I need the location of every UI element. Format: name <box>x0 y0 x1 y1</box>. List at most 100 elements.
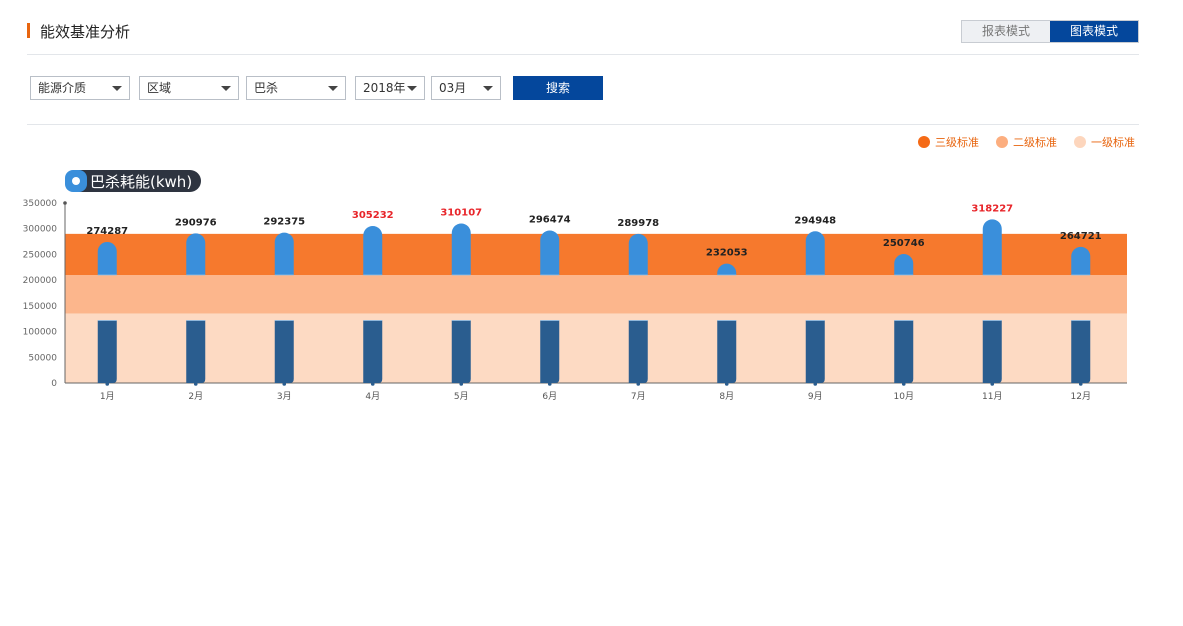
bar-segment-bottom[interactable] <box>894 320 914 383</box>
bar-base-dot <box>990 382 995 386</box>
y-tick-label: 50000 <box>28 353 57 363</box>
table-mode-button[interactable]: 报表模式 <box>962 21 1050 42</box>
bar-base-dot <box>813 382 818 386</box>
bar-base-dot <box>193 382 198 386</box>
bar-value-label: 290976 <box>175 217 217 228</box>
chart-title-pill: 巴杀耗能(kwh) <box>65 170 201 192</box>
y-tick-label: 350000 <box>23 199 58 209</box>
month-select[interactable]: 03月 <box>431 76 501 100</box>
bar-segment-top[interactable] <box>97 241 117 275</box>
bar-base-dot <box>282 382 287 386</box>
bar-segment-top[interactable] <box>805 231 825 275</box>
energy-type-value: 能源介质 <box>38 81 87 95</box>
legend-label-level3: 三级标准 <box>935 135 979 149</box>
chart-mode-button[interactable]: 图表模式 <box>1050 21 1138 42</box>
bar-base-dot <box>459 382 464 386</box>
legend-label-level2: 二级标准 <box>1013 135 1057 149</box>
bar-segment-bottom[interactable] <box>97 320 117 383</box>
region-value: 区域 <box>147 81 172 95</box>
page-header: 能效基准分析 报表模式 图表模式 <box>27 18 1139 55</box>
x-tick-label: 8月 <box>719 391 734 402</box>
x-tick-label: 9月 <box>808 391 823 402</box>
bar-value-label: 296474 <box>529 215 571 226</box>
bar-value-label: 292375 <box>263 217 305 228</box>
x-tick-label: 5月 <box>454 391 469 402</box>
legend-swatch-level1[interactable] <box>1074 136 1086 148</box>
y-tick-label: 100000 <box>23 328 58 338</box>
chevron-down-icon <box>221 86 231 91</box>
bar-segment-top[interactable] <box>1071 246 1091 275</box>
chevron-down-icon <box>407 86 417 91</box>
bar-base-dot <box>370 382 375 386</box>
area-value: 巴杀 <box>254 81 279 95</box>
bar-base-dot <box>105 382 110 386</box>
bar-segment-bottom[interactable] <box>717 320 737 383</box>
bar-segment-top[interactable] <box>982 219 1002 275</box>
bar-segment-bottom[interactable] <box>982 320 1002 383</box>
bar-base-dot <box>636 382 641 386</box>
title-accent-bar <box>27 23 30 38</box>
bar-value-label: 274287 <box>86 226 128 237</box>
bar-segment-top[interactable] <box>274 232 294 275</box>
energy-chart: 三级标准 二级标准 一级标准 巴杀耗能(kwh) 0 50000 100000 150… <box>0 130 1183 410</box>
y-tick-label: 0 <box>51 379 57 389</box>
x-tick-label: 11月 <box>982 391 1002 402</box>
chart-legend: 三级标准 二级标准 一级标准 <box>918 135 1135 149</box>
bar-segment-bottom[interactable] <box>363 320 383 383</box>
x-tick-label: 12月 <box>1071 391 1091 402</box>
bar-segment-top[interactable] <box>451 223 471 275</box>
bar-segment-bottom[interactable] <box>186 320 206 383</box>
chevron-down-icon <box>328 86 338 91</box>
bar-value-label: 305232 <box>352 210 394 221</box>
bar-segment-bottom[interactable] <box>274 320 294 383</box>
bar-segment-top[interactable] <box>363 226 383 275</box>
y-axis-end-dot <box>63 201 67 205</box>
bar-segment-bottom[interactable] <box>540 320 560 383</box>
standard-band-2 <box>65 275 1127 314</box>
area-select[interactable]: 巴杀 <box>246 76 346 100</box>
bar-value-label: 310107 <box>440 208 482 219</box>
bar-base-dot <box>724 382 729 386</box>
bar-value-label: 289978 <box>617 218 659 229</box>
x-tick-label: 10月 <box>894 391 914 402</box>
standard-bands <box>65 233 1127 383</box>
y-tick-label: 250000 <box>23 250 58 260</box>
region-select[interactable]: 区域 <box>139 76 239 100</box>
standard-band-3 <box>65 233 1127 275</box>
x-tick-label: 3月 <box>277 391 292 402</box>
bar-segment-bottom[interactable] <box>805 320 825 383</box>
legend-swatch-level3[interactable] <box>918 136 930 148</box>
bar-value-label: 318227 <box>971 203 1013 214</box>
bar-segment-bottom[interactable] <box>628 320 648 383</box>
bar-value-label: 250746 <box>883 238 925 249</box>
y-tick-label: 150000 <box>23 302 58 312</box>
chart-title: 巴杀耗能(kwh) <box>90 173 192 191</box>
bar-base-dot <box>547 382 552 386</box>
y-tick-label: 300000 <box>23 225 58 235</box>
bar-segment-top[interactable] <box>628 233 648 275</box>
x-tick-label: 7月 <box>631 391 646 402</box>
bar-base-dot <box>1078 382 1083 386</box>
filter-bar: 能源介质 区域 巴杀 2018年 03月 搜索 <box>27 76 1139 125</box>
bar-segment-bottom[interactable] <box>451 320 471 383</box>
energy-chart-svg: 三级标准 二级标准 一级标准 巴杀耗能(kwh) 0 50000 100000 150… <box>23 135 1135 402</box>
x-tick-label: 1月 <box>100 391 115 402</box>
x-tick-label: 2月 <box>188 391 203 402</box>
bar-segment-top[interactable] <box>894 254 914 275</box>
year-value: 2018年 <box>363 81 406 95</box>
bar-segment-top[interactable] <box>540 230 560 275</box>
chevron-down-icon <box>112 86 122 91</box>
y-tick-label: 200000 <box>23 276 58 286</box>
month-value: 03月 <box>439 81 467 95</box>
energy-type-select[interactable]: 能源介质 <box>30 76 130 100</box>
x-tick-label: 6月 <box>542 391 557 402</box>
standard-band-1 <box>65 313 1127 383</box>
chevron-down-icon <box>483 86 493 91</box>
chart-title-icon <box>72 177 80 185</box>
bar-segment-top[interactable] <box>186 233 206 275</box>
legend-swatch-level2[interactable] <box>996 136 1008 148</box>
year-select[interactable]: 2018年 <box>355 76 425 100</box>
bar-segment-bottom[interactable] <box>1071 320 1091 383</box>
search-button[interactable]: 搜索 <box>513 76 603 100</box>
view-mode-switch: 报表模式 图表模式 <box>961 20 1139 43</box>
